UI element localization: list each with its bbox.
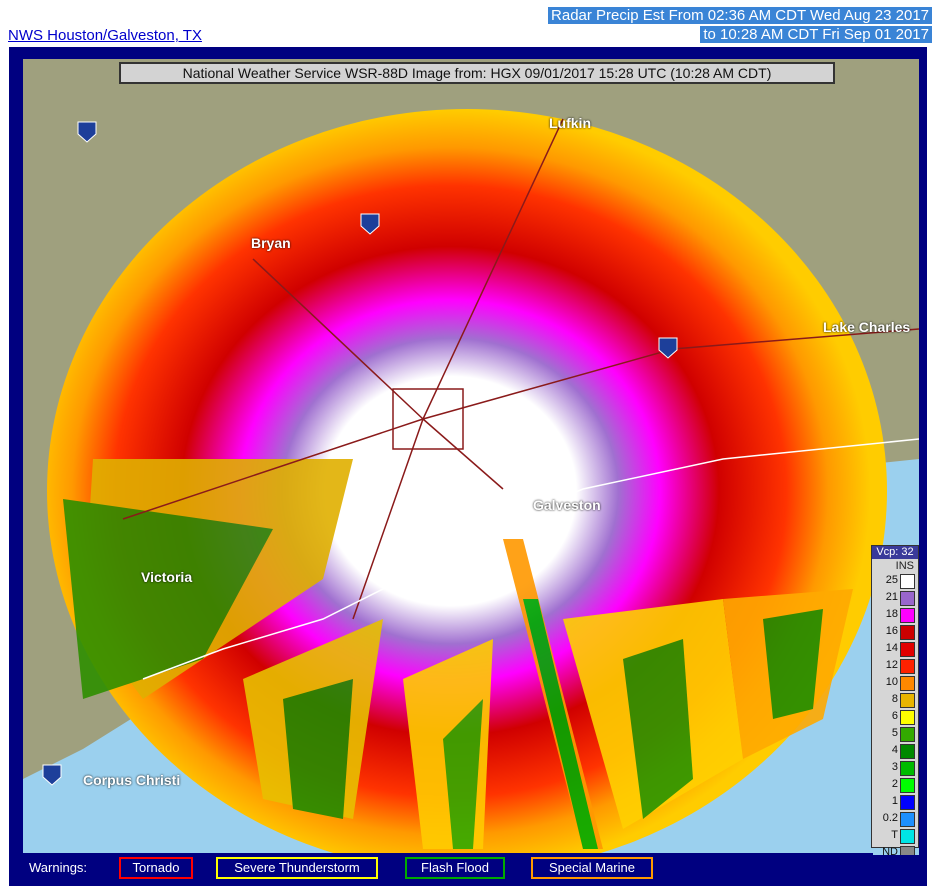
precip-period-end: to 10:28 AM CDT Fri Sep 01 2017: [700, 26, 932, 43]
legend-value: 25: [885, 574, 898, 586]
radar-title-bar: National Weather Service WSR-88D Image f…: [119, 62, 835, 84]
radar-map[interactable]: National Weather Service WSR-88D Image f…: [23, 59, 919, 855]
warning-severe-thunderstorm-button[interactable]: Severe Thunderstorm: [216, 857, 378, 879]
legend-value: 12: [885, 659, 898, 671]
legend-value: 16: [885, 625, 898, 637]
warnings-label: Warnings:: [29, 860, 88, 875]
warning-tornado-button[interactable]: Tornado: [119, 857, 193, 879]
legend-row: 21: [872, 590, 918, 607]
legend-value: 14: [885, 642, 898, 654]
legend-row: ND: [872, 845, 918, 855]
legend-row: 4: [872, 743, 918, 760]
legend-value: 21: [885, 591, 898, 603]
legend-swatch: [900, 676, 915, 691]
legend-row: 14: [872, 641, 918, 658]
city-label-corpus-christi: Corpus Christi: [83, 772, 181, 788]
legend-swatch: [900, 659, 915, 674]
legend-value: 4: [891, 744, 898, 756]
legend-value: 6: [891, 710, 898, 722]
legend-row: 2: [872, 777, 918, 794]
legend-swatch: [900, 625, 915, 640]
legend-row: 12: [872, 658, 918, 675]
legend-value: 8: [891, 693, 898, 705]
legend-row: 3: [872, 760, 918, 777]
legend-vcp: Vcp: 32: [872, 546, 918, 559]
legend-swatch: [900, 710, 915, 725]
legend-value: 10: [885, 676, 898, 688]
radar-frame: National Weather Service WSR-88D Image f…: [9, 47, 927, 886]
legend-row: 8: [872, 692, 918, 709]
legend-value: 5: [891, 727, 898, 739]
legend-value: ND: [882, 846, 898, 855]
legend-swatch: [900, 795, 915, 810]
legend-row: 1: [872, 794, 918, 811]
legend-swatch: [900, 608, 915, 623]
legend-swatch: [900, 778, 915, 793]
city-label-victoria: Victoria: [141, 569, 193, 585]
legend-row: 0.2: [872, 811, 918, 828]
city-label-lake-charles: Lake Charles: [823, 319, 911, 335]
precip-period-start: Radar Precip Est From 02:36 AM CDT Wed A…: [548, 7, 932, 24]
legend-swatch: [900, 591, 915, 606]
warning-special-marine-button[interactable]: Special Marine: [531, 857, 653, 879]
legend-swatch: [900, 574, 915, 589]
legend-value: T: [891, 829, 898, 841]
legend-row: 5: [872, 726, 918, 743]
legend-row: T: [872, 828, 918, 845]
city-label-lufkin: Lufkin: [549, 115, 591, 131]
legend-value: 3: [891, 761, 898, 773]
legend-value: 2: [891, 778, 898, 790]
legend-row: 25: [872, 573, 918, 590]
radar-map-graphic: [23, 109, 919, 855]
city-label-bryan: Bryan: [251, 235, 291, 251]
legend-row: 16: [872, 624, 918, 641]
nws-office-link[interactable]: NWS Houston/Galveston, TX: [8, 27, 202, 44]
legend-value: 18: [885, 608, 898, 620]
legend-swatch: [900, 829, 915, 844]
warning-flash-flood-button[interactable]: Flash Flood: [405, 857, 505, 879]
legend-value: 1: [891, 795, 898, 807]
legend-swatch: [900, 642, 915, 657]
legend-swatch: [900, 744, 915, 759]
legend-swatch: [900, 693, 915, 708]
legend-swatch: [900, 761, 915, 776]
legend-swatch: [900, 812, 915, 827]
legend-swatch: [900, 727, 915, 742]
city-label-galveston: Galveston: [533, 497, 601, 513]
legend-unit: INS: [895, 560, 914, 572]
precip-legend: Vcp: 32 INS 25 21 18 16 14 12 10 8 6 5 4 3 2 1 0.2 T ND: [871, 545, 919, 855]
legend-row: 6: [872, 709, 918, 726]
legend-row: 10: [872, 675, 918, 692]
warnings-bar: Warnings: Tornado Severe Thunderstorm Fl…: [23, 853, 873, 883]
legend-swatch: [900, 846, 915, 855]
legend-value: 0.2: [882, 812, 898, 824]
legend-row: 18: [872, 607, 918, 624]
